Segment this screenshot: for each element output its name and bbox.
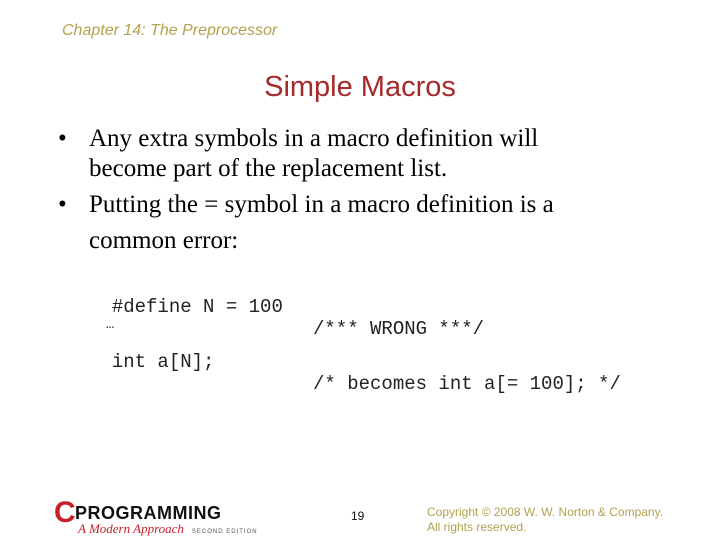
- code-text: int a[N];: [111, 351, 215, 373]
- page-number: 19: [351, 509, 365, 523]
- code-text: #define N = 100: [111, 296, 283, 318]
- copyright: Copyright © 2008 W. W. Norton & Company.…: [427, 505, 663, 535]
- bullet-line: common error:: [89, 227, 239, 254]
- bullet-line: Putting the = symbol in a macro definiti…: [89, 191, 554, 218]
- bullet-line: become part of the replacement list.: [89, 155, 448, 182]
- logo-edition: SECOND EDITION: [191, 529, 258, 535]
- bullet-item: • Any extra symbols in a macro definitio…: [58, 124, 658, 184]
- logo-subtitle: A Modern Approach SECOND EDITION: [78, 521, 258, 537]
- code-comment: /*** WRONG ***/: [313, 318, 485, 340]
- logo-subtitle-text: A Modern Approach: [78, 521, 184, 536]
- code-line: int a[N]; /* becomes int a[= 100]; */: [89, 329, 621, 395]
- bullet-line: Any extra symbols in a macro definition …: [89, 125, 539, 152]
- bullet-item: • Putting the = symbol in a macro defini…: [58, 190, 658, 256]
- copyright-line: All rights reserved.: [427, 520, 527, 534]
- logo-letter: C: [54, 496, 76, 529]
- copyright-line: Copyright © 2008 W. W. Norton & Company.: [427, 505, 664, 519]
- bullet-text: Any extra symbols in a macro definition …: [89, 124, 538, 184]
- bullet-list: • Any extra symbols in a macro definitio…: [58, 124, 658, 256]
- bullet-marker: •: [58, 125, 67, 152]
- slide-title: Simple Macros: [264, 71, 456, 103]
- chapter-header: Chapter 14: The Preprocessor: [62, 22, 278, 39]
- code-comment: /* becomes int a[= 100]; */: [313, 373, 621, 395]
- bullet-marker: •: [58, 191, 67, 218]
- bullet-text: Putting the = symbol in a macro definiti…: [89, 190, 554, 256]
